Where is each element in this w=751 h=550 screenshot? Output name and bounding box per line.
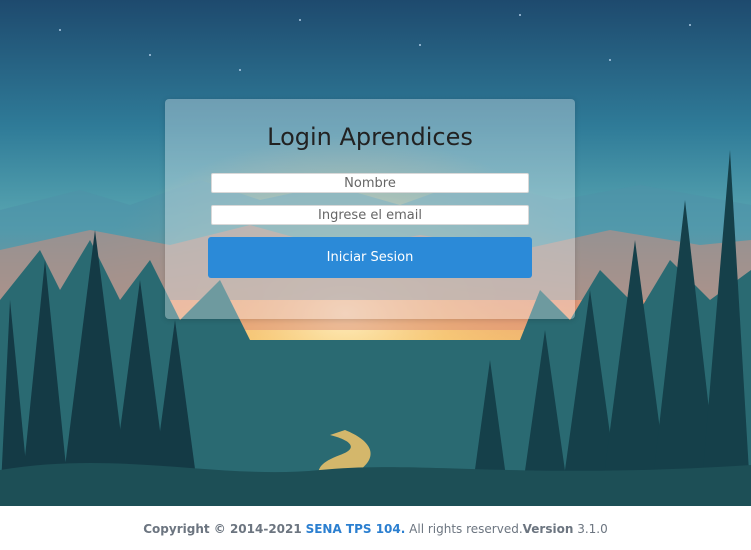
footer-copyright: Copyright © 2014-2021: [143, 522, 302, 536]
email-input[interactable]: [211, 205, 529, 225]
footer-brand-link[interactable]: SENA TPS 104.: [306, 522, 406, 536]
page: Login Aprendices Iniciar Sesion Copyrigh…: [0, 0, 751, 550]
login-button[interactable]: Iniciar Sesion: [208, 237, 532, 278]
login-card: Login Aprendices Iniciar Sesion: [165, 99, 575, 319]
footer-rights: All rights reserved.: [409, 522, 523, 536]
footer-version-number: 3.1.0: [577, 522, 608, 536]
name-input[interactable]: [211, 173, 529, 193]
footer: Copyright © 2014-2021 SENA TPS 104. All …: [0, 506, 751, 550]
footer-version-label: Version: [522, 522, 574, 536]
login-title: Login Aprendices: [267, 123, 473, 151]
